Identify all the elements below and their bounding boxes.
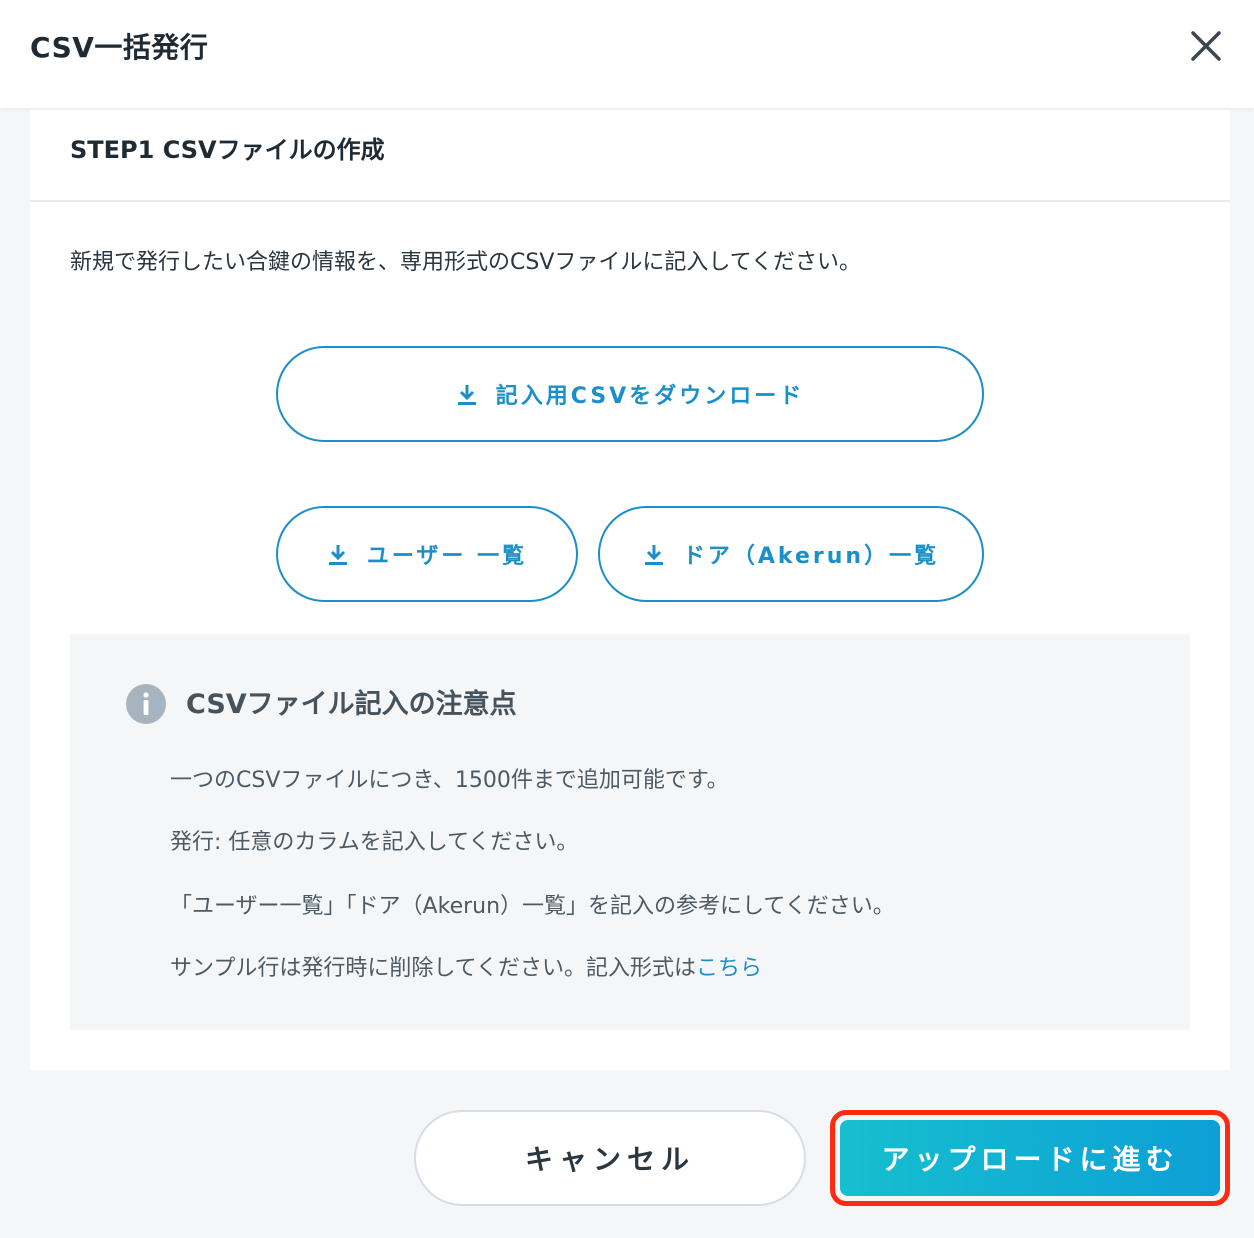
download-doors-label: ドア（Akerun）一覧 [682,544,940,569]
notice-line: 「ユーザー一覧」「ドア（Akerun）一覧」を記入の参考にしてください。 [170,894,895,919]
dialog-title: CSV一括発行 [30,31,209,64]
notice-line: サンプル行は発行時に削除してください。記入形式はこちら [170,950,762,982]
step-card: STEP1 CSVファイルの作成 新規で発行したい合鍵の情報を、専用形式のCSV… [30,110,1230,1070]
notice-title: CSVファイル記入の注意点 [186,689,517,720]
download-doors-button[interactable]: ドア（Akerun）一覧 [598,506,984,602]
download-icon [456,382,478,406]
divider [30,200,1230,202]
download-csv-template-button[interactable]: 記入用CSVをダウンロード [276,346,984,442]
download-users-label: ユーザー 一覧 [366,544,528,569]
download-icon [327,542,349,566]
dialog-header: CSV一括発行 [0,0,1254,108]
notice-line: 発行: 任意のカラムを記入してください。 [170,830,579,855]
format-link[interactable]: こちら [696,956,762,981]
download-icon [643,542,665,566]
download-users-button[interactable]: ユーザー 一覧 [276,506,578,602]
cancel-button[interactable]: キャンセル [414,1110,806,1206]
notice-box: CSVファイル記入の注意点 一つのCSVファイルにつき、1500件まで追加可能で… [70,634,1190,1030]
info-icon [126,684,166,724]
notice-line: 一つのCSVファイルにつき、1500件まで追加可能です。 [170,768,729,793]
notice-line-text: サンプル行は発行時に削除してください。記入形式は [170,956,697,981]
close-icon [1191,31,1221,61]
close-button[interactable] [1184,24,1228,68]
download-csv-template-label: 記入用CSVをダウンロード [495,384,805,409]
step-description: 新規で発行したい合鍵の情報を、専用形式のCSVファイルに記入してください。 [70,250,862,275]
step-title: STEP1 CSVファイルの作成 [70,136,385,164]
proceed-to-upload-button[interactable]: アップロードに進む [840,1120,1220,1196]
